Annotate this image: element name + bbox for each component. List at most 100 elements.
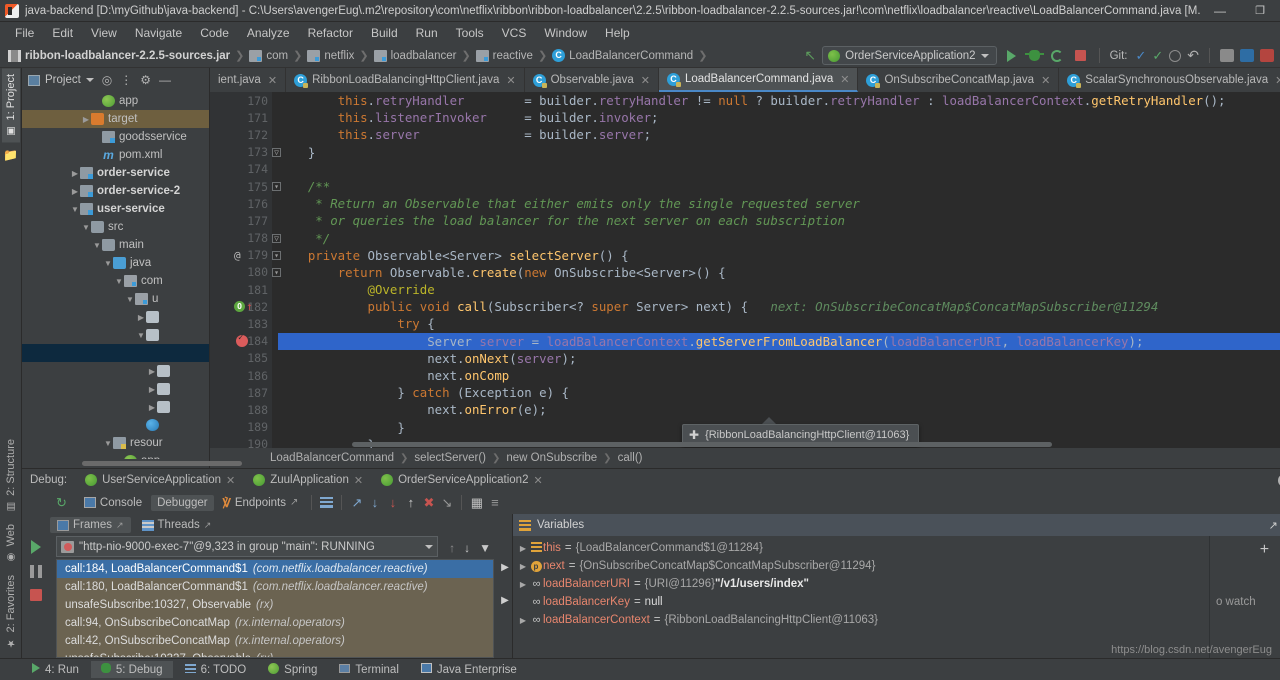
gutter-line[interactable]: 183 — [210, 315, 272, 332]
tree-item[interactable] — [22, 416, 209, 434]
implements-method-icon[interactable]: O — [234, 301, 245, 313]
variable-row[interactable]: ▶ this = {LoadBalancerCommand$1@11284} — [513, 539, 1209, 557]
gutter-line[interactable]: 190 — [210, 436, 272, 448]
menu-refactor[interactable]: Refactor — [299, 24, 362, 42]
git-commit-icon[interactable]: ✓ — [1152, 48, 1163, 64]
tree-item[interactable]: ▼ — [22, 326, 209, 344]
expand-arrow-icon[interactable]: ▶ — [81, 115, 91, 124]
expand-arrow-icon[interactable]: ▼ — [70, 205, 80, 214]
editor-tab[interactable]: ient.java ✕ — [210, 68, 287, 92]
menu-analyze[interactable]: Analyze — [238, 24, 299, 42]
tree-item[interactable]: ▼ user-service — [22, 200, 209, 218]
gutter-line[interactable]: 187 — [210, 384, 272, 401]
stop-icon[interactable] — [30, 589, 42, 601]
breadcrumb-com[interactable]: com — [249, 49, 288, 62]
tree-item[interactable]: ▼ com — [22, 272, 209, 290]
expand-arrow-icon[interactable]: ▼ — [114, 277, 124, 286]
variable-row[interactable]: ▶ ∞ loadBalancerContext = {RibbonLoadBalanci… — [513, 611, 1209, 629]
step-out-icon[interactable]: ↑ — [403, 495, 418, 510]
run-button[interactable] — [1003, 47, 1020, 64]
close-icon[interactable]: ✕ — [641, 74, 650, 87]
rerun-button[interactable] — [1049, 47, 1066, 64]
expand-arrow-icon[interactable]: ▶ — [70, 187, 80, 196]
expand-arrow-icon[interactable]: ▶ — [147, 385, 157, 394]
step-over-icon[interactable]: ↗ — [349, 495, 364, 510]
code-line[interactable]: @Override — [278, 281, 1280, 298]
gutter-line[interactable]: 173 ▽ — [210, 144, 281, 161]
gutter-line[interactable]: @179 ▾ — [210, 247, 281, 264]
gutter-line[interactable]: 180 ▾ — [210, 264, 281, 281]
code-line[interactable]: this.retryHandler = builder.retryHandler… — [278, 92, 1280, 109]
move-down-icon[interactable]: ↓ — [464, 541, 470, 555]
breadcrumb-loadbalancer[interactable]: loadbalancer — [373, 49, 456, 62]
office-red-icon[interactable] — [1260, 49, 1274, 62]
variable-row[interactable]: ▶ ∞ loadBalancerURI = {URI@11296} "/v1/users… — [513, 575, 1209, 593]
status-bar-button[interactable]: 4: Run — [22, 661, 89, 678]
tree-item[interactable]: app — [22, 92, 209, 110]
close-icon[interactable]: ✕ — [1275, 74, 1280, 87]
gutter-line[interactable]: 189 — [210, 419, 272, 436]
code-line[interactable]: next.onError(e); — [278, 401, 1280, 418]
debug-tab-debugger[interactable]: Debugger — [151, 494, 214, 511]
expand-arrow-icon[interactable]: ▼ — [125, 295, 135, 304]
tree-item[interactable]: ▼ u — [22, 290, 209, 308]
close-icon[interactable]: ✕ — [268, 74, 277, 87]
code-line[interactable]: next.onComp — [278, 367, 1280, 384]
editor-breadcrumb[interactable]: LoadBalancerCommand ❯ selectServer() ❯ new O… — [210, 448, 1280, 468]
drop-frame-icon[interactable]: ✖ — [421, 495, 436, 510]
git-revert-icon[interactable]: ↶ — [1187, 47, 1199, 64]
menu-help[interactable]: Help — [596, 24, 639, 42]
restart-icon[interactable]: ↻ — [56, 495, 67, 511]
expand-arrow-icon[interactable]: ▶ — [136, 313, 146, 322]
tree-item[interactable]: ▶ — [22, 380, 209, 398]
tree-item[interactable]: goodsservice — [22, 128, 209, 146]
code-line[interactable]: */ — [278, 230, 1280, 247]
status-bar-button[interactable]: Spring — [258, 661, 327, 679]
editor-tab[interactable]: C LoadBalancerCommand.java ✕ — [658, 68, 859, 92]
chevron-right-icon[interactable]: ▶ — [501, 595, 509, 606]
frame-row[interactable]: unsafeSubscribe:10327, Observable (rx) — [57, 596, 493, 614]
tab-frames[interactable]: Frames ↗ — [50, 517, 131, 533]
code-line[interactable]: this.server = builder.server; — [278, 126, 1280, 143]
thread-selector[interactable]: "http-nio-9000-exec-7"@9,323 in group "m… — [56, 536, 439, 557]
code-line[interactable] — [278, 161, 1280, 178]
git-update-icon[interactable]: ✓ — [1135, 48, 1146, 64]
editor-tab[interactable]: C Observable.java ✕ — [525, 68, 659, 92]
code-line[interactable]: * or queries the load balancer for the n… — [278, 212, 1280, 229]
close-icon[interactable]: ✕ — [226, 474, 235, 487]
close-icon[interactable]: ✕ — [1041, 74, 1050, 87]
sidebar-item-favorites[interactable]: ★ 2: Favorites — [2, 569, 20, 654]
editor-breadcrumb-item[interactable]: selectServer() — [414, 452, 486, 464]
debug-tab-console[interactable]: Console — [78, 495, 148, 511]
debug-button[interactable] — [1024, 47, 1044, 64]
status-bar-button[interactable]: Java Enterprise — [411, 661, 527, 678]
gutter-line[interactable]: 178 ▽ — [210, 230, 281, 247]
gutter-line[interactable]: 185 — [210, 350, 272, 367]
expand-arrow-icon[interactable]: ▶ — [517, 562, 529, 571]
code-line[interactable]: try { — [278, 315, 1280, 332]
project-tree[interactable]: app ▶ target goodsservice m pom.xml ▶ order-ser… — [22, 92, 209, 459]
frame-row[interactable]: call:180, LoadBalancerCommand$1 (com.netf… — [57, 578, 493, 596]
tree-item[interactable]: ▼ src — [22, 218, 209, 236]
editor-breadcrumb-item[interactable]: new OnSubscribe — [506, 452, 597, 464]
gutter-line[interactable]: 172 — [210, 126, 272, 143]
expand-arrow-icon[interactable]: ▼ — [103, 439, 113, 448]
gutter-line[interactable]: 171 — [210, 109, 272, 126]
maximize-button[interactable]: ❐ — [1240, 0, 1280, 22]
breakpoint-icon[interactable] — [236, 333, 248, 348]
filter-icon[interactable]: ▼ — [479, 541, 491, 555]
frame-row[interactable]: call:42, OnSubscribeConcatMap (rx.interna… — [57, 632, 493, 650]
expand-arrow-icon[interactable]: ▼ — [81, 223, 91, 232]
gutter-line[interactable]: 170 — [210, 92, 272, 109]
menu-tools[interactable]: Tools — [447, 24, 493, 42]
editor-tab[interactable]: C ScalarSynchronousObservable.java ✕ — [1059, 68, 1280, 92]
editor-tab-bar[interactable]: ient.java ✕ C RibbonLoadBalancingHttpClient… — [210, 68, 1280, 92]
gutter-line[interactable]: 184 — [210, 333, 272, 350]
gutter-line[interactable]: 174 — [210, 161, 272, 178]
breadcrumb-class[interactable]: C LoadBalancerCommand — [552, 49, 693, 62]
tree-item[interactable]: ▼ main — [22, 236, 209, 254]
chevron-right-icon[interactable]: ▶ — [501, 562, 509, 573]
frame-row[interactable]: call:94, OnSubscribeConcatMap (rx.interna… — [57, 614, 493, 632]
code-line[interactable]: * Return an Observable that either emits… — [278, 195, 1280, 212]
pin-icon[interactable]: ↗ — [290, 497, 298, 508]
